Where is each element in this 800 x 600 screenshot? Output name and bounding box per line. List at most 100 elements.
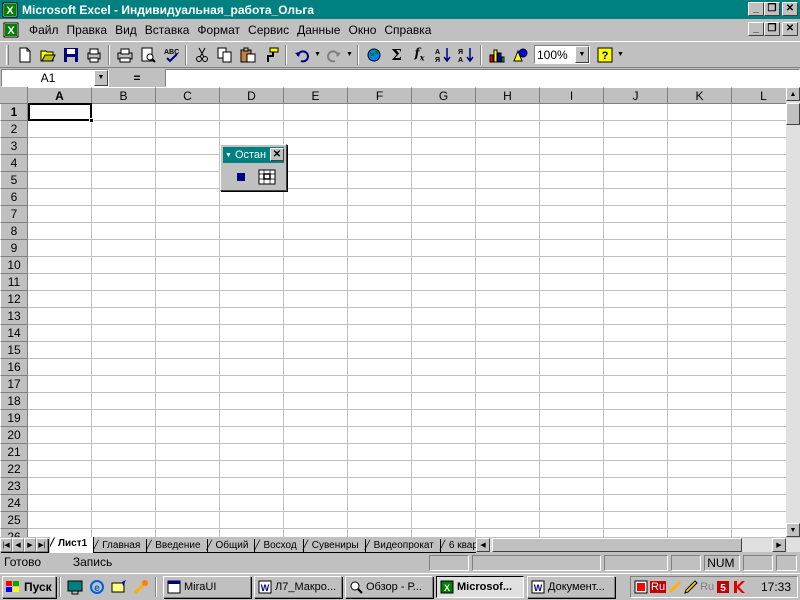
- close-icon[interactable]: ✕: [270, 148, 284, 161]
- row-header[interactable]: 5: [0, 172, 28, 189]
- row-header[interactable]: 23: [0, 478, 28, 495]
- pen-icon[interactable]: [684, 580, 698, 594]
- sheet-tab[interactable]: Введение: [146, 539, 208, 553]
- autosum-icon[interactable]: Σ: [385, 44, 408, 66]
- help-icon[interactable]: ?: [593, 44, 616, 66]
- sheet-tab[interactable]: Главная: [93, 539, 148, 553]
- edit-formula-button[interactable]: =: [109, 69, 165, 87]
- spelling-icon[interactable]: ABC: [159, 44, 182, 66]
- open-icon[interactable]: [36, 44, 59, 66]
- menu-item[interactable]: Формат: [193, 21, 244, 39]
- preview-icon[interactable]: [136, 44, 159, 66]
- chevron-down-icon[interactable]: ▼: [575, 46, 589, 63]
- cut-icon[interactable]: [190, 44, 213, 66]
- last-sheet-icon[interactable]: ▶|: [36, 538, 48, 552]
- row-header[interactable]: 16: [0, 359, 28, 376]
- zoom-select[interactable]: 100% ▼: [534, 45, 590, 64]
- column-header[interactable]: C: [156, 87, 220, 104]
- start-button[interactable]: Пуск: [2, 576, 56, 598]
- scroll-left-icon[interactable]: ◀: [476, 538, 490, 552]
- undo-dropdown-icon[interactable]: ▼: [313, 44, 322, 66]
- new-icon[interactable]: [13, 44, 36, 66]
- menu-item[interactable]: Файл: [25, 21, 63, 39]
- doc-restore-button[interactable]: ❐: [764, 22, 780, 36]
- language-indicator-2[interactable]: Ru: [700, 581, 714, 593]
- scroll-down-icon[interactable]: ▼: [786, 523, 800, 537]
- next-sheet-icon[interactable]: ▶: [24, 538, 36, 552]
- column-header[interactable]: K: [668, 87, 732, 104]
- row-header[interactable]: 20: [0, 427, 28, 444]
- column-header[interactable]: F: [348, 87, 412, 104]
- menu-item[interactable]: Данные: [293, 21, 344, 39]
- row-header[interactable]: 15: [0, 342, 28, 359]
- menu-item[interactable]: Вид: [111, 21, 141, 39]
- paste-icon[interactable]: [236, 44, 259, 66]
- scroll-right-icon[interactable]: ▶: [772, 538, 786, 552]
- doc-minimize-button[interactable]: _: [748, 22, 764, 36]
- column-header[interactable]: I: [540, 87, 604, 104]
- menu-item[interactable]: Вставка: [141, 21, 194, 39]
- undo-icon[interactable]: [290, 44, 313, 66]
- restore-button[interactable]: ❐: [764, 2, 780, 16]
- taskbar-button[interactable]: W Л7_Макро...: [254, 576, 342, 598]
- drawing-icon[interactable]: [508, 44, 531, 66]
- menu-item[interactable]: Сервис: [244, 21, 293, 39]
- horizontal-scroll-thumb[interactable]: [492, 538, 742, 552]
- print-preview-icon[interactable]: [82, 44, 105, 66]
- worksheet-grid[interactable]: A B C D E F G H I J K L 1 2 3 4 5 6 7 8 9 10 11 12 13 14 15 16 17 18 1…: [0, 87, 786, 537]
- column-header[interactable]: D: [220, 87, 284, 104]
- row-header[interactable]: 24: [0, 495, 28, 512]
- row-header[interactable]: 13: [0, 308, 28, 325]
- sheet-tab[interactable]: Видеопрокат: [365, 539, 441, 553]
- sort-descending-icon[interactable]: ЯА: [454, 44, 477, 66]
- column-header[interactable]: A: [28, 87, 92, 104]
- taskbar-button[interactable]: MiraUI: [163, 576, 251, 598]
- row-header[interactable]: 19: [0, 410, 28, 427]
- function-wizard-icon[interactable]: fx: [408, 44, 431, 66]
- power-icon[interactable]: [668, 580, 682, 594]
- chevron-down-icon[interactable]: ▼: [94, 69, 108, 86]
- menu-item[interactable]: Окно: [344, 21, 380, 39]
- row-header[interactable]: 4: [0, 155, 28, 172]
- taskbar-button[interactable]: Обзор - Р...: [345, 576, 433, 598]
- row-header[interactable]: 9: [0, 240, 28, 257]
- column-header[interactable]: J: [604, 87, 668, 104]
- name-box[interactable]: A1 ▼: [1, 68, 109, 87]
- column-header[interactable]: L: [732, 87, 786, 104]
- row-header[interactable]: 1: [0, 104, 28, 121]
- language-indicator[interactable]: Ru: [650, 581, 667, 593]
- internet-explorer-icon[interactable]: e: [86, 576, 108, 598]
- select-all-corner[interactable]: [0, 87, 28, 104]
- relative-reference-icon[interactable]: [256, 167, 278, 187]
- caret-down-icon[interactable]: ▼: [225, 152, 232, 159]
- kaspersky-icon[interactable]: [732, 580, 746, 594]
- format-painter-icon[interactable]: [259, 44, 282, 66]
- active-cell[interactable]: [28, 103, 94, 123]
- column-header[interactable]: H: [476, 87, 540, 104]
- toolbar-grip[interactable]: [6, 44, 9, 65]
- row-header[interactable]: 26: [0, 529, 28, 537]
- column-header[interactable]: B: [92, 87, 156, 104]
- row-header[interactable]: 22: [0, 461, 28, 478]
- sheet-tab[interactable]: Восход: [254, 539, 304, 553]
- row-header[interactable]: 8: [0, 223, 28, 240]
- row-header[interactable]: 17: [0, 376, 28, 393]
- row-header[interactable]: 3: [0, 138, 28, 155]
- taskbar-button[interactable]: X Microsof...: [436, 576, 524, 598]
- stop-recording-icon[interactable]: [230, 167, 252, 187]
- column-header[interactable]: E: [284, 87, 348, 104]
- vertical-scrollbar[interactable]: ▲ ▼: [786, 87, 800, 537]
- print-icon[interactable]: [113, 44, 136, 66]
- web-toolbar-icon[interactable]: [362, 44, 385, 66]
- row-header[interactable]: 7: [0, 206, 28, 223]
- first-sheet-icon[interactable]: |◀: [0, 538, 12, 552]
- title-bar[interactable]: X Microsoft Excel - Индивидуальная_работ…: [0, 0, 800, 19]
- redo-icon[interactable]: [322, 44, 345, 66]
- copy-icon[interactable]: [213, 44, 236, 66]
- row-header[interactable]: 2: [0, 121, 28, 138]
- desktop-icon[interactable]: [64, 576, 86, 598]
- outlook-express-icon[interactable]: [108, 576, 130, 598]
- keyboard-layout-icon[interactable]: [634, 580, 648, 594]
- row-header[interactable]: 14: [0, 325, 28, 342]
- close-button[interactable]: ✕: [782, 2, 798, 16]
